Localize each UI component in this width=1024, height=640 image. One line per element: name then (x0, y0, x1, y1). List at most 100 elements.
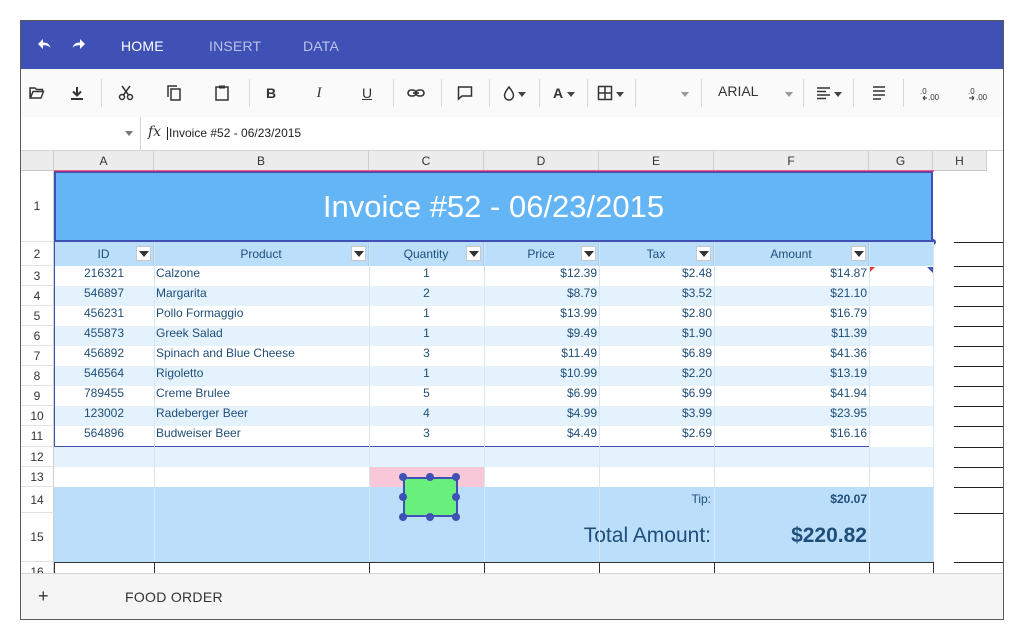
row-12-band (54, 447, 933, 467)
row-header-7[interactable]: 7 (21, 346, 54, 366)
toolbar-divider (441, 79, 442, 107)
formula-input[interactable]: Invoice #52 - 06/23/2015 (167, 127, 301, 140)
row-header-14[interactable]: 14 (21, 487, 54, 513)
spreadsheet-app: HOME INSERT DATA B I U A ARIAL .0 .00 .0… (20, 20, 1004, 620)
wrap-icon[interactable] (867, 81, 891, 105)
row-header-10[interactable]: 10 (21, 406, 54, 426)
sheet-tab-food-order[interactable]: FOOD ORDER (125, 589, 223, 605)
comment-icon[interactable] (453, 81, 477, 105)
bold-button[interactable]: B (259, 81, 283, 105)
invoice-title-cell[interactable]: Invoice #52 - 06/23/2015 (54, 171, 936, 245)
gridline (954, 406, 1003, 407)
total-amount-value[interactable]: $220.82 (714, 513, 869, 559)
name-box[interactable] (21, 117, 141, 150)
row-header-12[interactable]: 12 (21, 447, 54, 467)
row-header-6[interactable]: 6 (21, 326, 54, 346)
gridline (954, 487, 1003, 488)
borders-dropdown-icon[interactable] (616, 92, 624, 97)
paste-icon[interactable] (210, 81, 234, 105)
toolbar-divider (101, 79, 102, 107)
column-header-c[interactable]: C (369, 151, 484, 171)
toolbar: B I U A ARIAL .0 .00 .0 .00 (21, 69, 1003, 118)
redo-icon[interactable] (69, 35, 89, 55)
column-header-g[interactable]: G (869, 151, 933, 171)
tip-value[interactable]: $20.07 (714, 487, 869, 511)
gridline (869, 562, 870, 573)
svg-text:.00: .00 (928, 93, 939, 101)
gridline (714, 242, 715, 562)
toolbar-divider (489, 79, 490, 107)
row-header-11[interactable]: 11 (21, 426, 54, 447)
gridline (954, 513, 1003, 514)
row-header-3[interactable]: 3 (21, 266, 54, 286)
row-header-8[interactable]: 8 (21, 366, 54, 386)
column-header-a[interactable]: A (54, 151, 154, 171)
column-header-d[interactable]: D (484, 151, 599, 171)
gridline (154, 242, 155, 562)
open-icon[interactable] (25, 81, 49, 105)
resize-handle[interactable] (452, 513, 460, 521)
gridline (869, 242, 870, 562)
table-border (54, 242, 870, 447)
cut-icon[interactable] (114, 81, 138, 105)
svg-text:.00: .00 (976, 93, 987, 101)
toolbar-divider (635, 79, 636, 107)
tab-data[interactable]: DATA (303, 38, 339, 54)
decrease-decimal-icon[interactable]: .0.00 (917, 81, 941, 105)
resize-handle[interactable] (426, 473, 434, 481)
row-header-16[interactable]: 16 (21, 562, 54, 573)
resize-handle[interactable] (399, 473, 407, 481)
underline-button[interactable]: U (355, 81, 379, 105)
gridline (54, 562, 55, 573)
tab-home[interactable]: HOME (121, 38, 164, 54)
row-header-9[interactable]: 9 (21, 386, 54, 406)
title-top-accent (54, 170, 934, 172)
resize-handle[interactable] (452, 493, 460, 501)
font-family-select[interactable]: ARIAL (718, 83, 758, 99)
download-icon[interactable] (65, 81, 89, 105)
resize-handle[interactable] (399, 513, 407, 521)
row-header-2[interactable]: 2 (21, 242, 54, 266)
column-header-h[interactable]: H (933, 151, 987, 171)
name-box-dropdown-icon[interactable] (125, 131, 133, 136)
italic-button[interactable]: I (307, 81, 331, 105)
invoice-title: Invoice #52 - 06/23/2015 (322, 188, 665, 224)
toolbar-divider (587, 79, 588, 107)
column-header-f[interactable]: F (714, 151, 869, 171)
row-header-5[interactable]: 5 (21, 306, 54, 326)
column-header-e[interactable]: E (599, 151, 714, 171)
tip-label: Tip: (691, 492, 711, 506)
add-sheet-button[interactable]: + (38, 586, 49, 607)
link-icon[interactable] (404, 81, 428, 105)
undo-icon[interactable] (34, 35, 54, 55)
inserted-shape[interactable] (403, 477, 458, 517)
row-header-1[interactable]: 1 (21, 171, 54, 242)
header-extension-g (869, 242, 933, 266)
gridline (954, 562, 1003, 563)
tab-insert[interactable]: INSERT (209, 38, 261, 54)
resize-handle[interactable] (399, 493, 407, 501)
row-header-15[interactable]: 15 (21, 513, 54, 562)
font-color-dropdown-icon[interactable] (567, 92, 575, 97)
borders-icon[interactable] (593, 81, 617, 105)
row-header-4[interactable]: 4 (21, 286, 54, 306)
toolbar-divider (393, 79, 394, 107)
gridline (954, 286, 1003, 287)
increase-decimal-icon[interactable]: .0.00 (965, 81, 989, 105)
column-header-b[interactable]: B (154, 151, 369, 171)
select-all-corner[interactable] (21, 151, 54, 171)
function-icon: fx (148, 124, 162, 140)
align-icon[interactable] (812, 81, 836, 105)
resize-handle[interactable] (426, 513, 434, 521)
gridline (954, 426, 1003, 427)
copy-icon[interactable] (162, 81, 186, 105)
font-size-dropdown-icon[interactable] (681, 92, 689, 97)
align-dropdown-icon[interactable] (834, 92, 842, 97)
row-header-13[interactable]: 13 (21, 467, 54, 487)
worksheet-grid[interactable]: ABCDEFGH 1 2 3 4 5 6 7 8 9 10 11 12 13 14 15 16 Invoice… (21, 151, 1003, 573)
font-family-dropdown-icon[interactable] (785, 92, 793, 97)
gridline (714, 562, 715, 573)
fill-color-dropdown-icon[interactable] (518, 92, 526, 97)
resize-handle[interactable] (452, 473, 460, 481)
gridline (599, 242, 600, 562)
